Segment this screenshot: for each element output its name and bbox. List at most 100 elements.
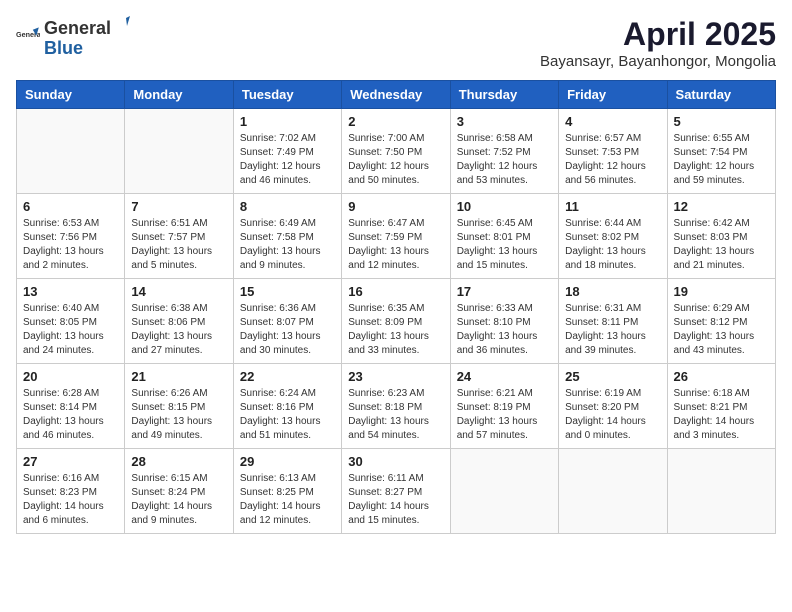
calendar-cell [450,449,558,534]
day-number: 15 [240,284,335,299]
day-info: Sunrise: 6:45 AM Sunset: 8:01 PM Dayligh… [457,217,552,273]
day-number: 5 [674,114,769,129]
weekday-header-saturday: Saturday [667,81,775,109]
calendar-cell: 23Sunrise: 6:23 AM Sunset: 8:18 PM Dayli… [342,364,450,449]
day-number: 29 [240,454,335,469]
calendar-week-row: 13 Sunrise: 6:40 AM Sunset: 8:05 PM Dayli… [17,279,776,364]
day-info: Sunrise: 6:53 AM Sunset: 7:56 PM Dayligh… [23,217,118,273]
calendar-cell: 15 Sunrise: 6:36 AM Sunset: 8:07 PM Dayli… [233,279,341,364]
day-info: Sunrise: 6:55 AM Sunset: 7:54 PM Dayligh… [674,132,769,188]
calendar-week-row: 1Sunrise: 7:02 AM Sunset: 7:49 PM Daylig… [17,109,776,194]
day-info: Sunrise: 6:11 AM Sunset: 8:27 PM Dayligh… [348,472,443,528]
day-number: 25 [565,369,660,384]
day-number: 14 [131,284,226,299]
day-info: Sunrise: 6:26 AM Sunset: 8:15 PM Dayligh… [131,387,226,443]
day-info: Sunrise: 6:28 AM Sunset: 8:14 PM Dayligh… [23,387,118,443]
logo: General General Blue [16,16,131,59]
calendar-cell: 12 Sunrise: 6:42 AM Sunset: 8:03 PM Dayli… [667,194,775,279]
calendar-cell: 5 Sunrise: 6:55 AM Sunset: 7:54 PM Daylig… [667,109,775,194]
day-number: 12 [674,199,769,214]
day-info: Sunrise: 6:40 AM Sunset: 8:05 PM Dayligh… [23,302,118,358]
calendar-cell: 6 Sunrise: 6:53 AM Sunset: 7:56 PM Daylig… [17,194,125,279]
day-number: 3 [457,114,552,129]
calendar-cell: 1Sunrise: 7:02 AM Sunset: 7:49 PM Daylig… [233,109,341,194]
day-number: 13 [23,284,118,299]
day-number: 26 [674,369,769,384]
calendar-cell: 9 Sunrise: 6:47 AM Sunset: 7:59 PM Daylig… [342,194,450,279]
calendar-cell: 24 Sunrise: 6:21 AM Sunset: 8:19 PM Dayli… [450,364,558,449]
calendar-cell: 11Sunrise: 6:44 AM Sunset: 8:02 PM Dayli… [559,194,667,279]
weekday-header-friday: Friday [559,81,667,109]
day-info: Sunrise: 6:57 AM Sunset: 7:53 PM Dayligh… [565,132,660,188]
day-info: Sunrise: 7:00 AM Sunset: 7:50 PM Dayligh… [348,132,443,188]
calendar-cell: 16Sunrise: 6:35 AM Sunset: 8:09 PM Dayli… [342,279,450,364]
day-info: Sunrise: 6:36 AM Sunset: 8:07 PM Dayligh… [240,302,335,358]
weekday-header-sunday: Sunday [17,81,125,109]
logo-text-general: General [44,19,111,39]
day-info: Sunrise: 6:29 AM Sunset: 8:12 PM Dayligh… [674,302,769,358]
day-info: Sunrise: 6:58 AM Sunset: 7:52 PM Dayligh… [457,132,552,188]
day-info: Sunrise: 6:49 AM Sunset: 7:58 PM Dayligh… [240,217,335,273]
calendar-cell: 10 Sunrise: 6:45 AM Sunset: 8:01 PM Dayli… [450,194,558,279]
day-info: Sunrise: 6:15 AM Sunset: 8:24 PM Dayligh… [131,472,226,528]
day-number: 20 [23,369,118,384]
weekday-header-row: SundayMondayTuesdayWednesdayThursdayFrid… [17,81,776,109]
day-number: 6 [23,199,118,214]
calendar-cell [559,449,667,534]
calendar-cell: 21 Sunrise: 6:26 AM Sunset: 8:15 PM Dayli… [125,364,233,449]
day-number: 21 [131,369,226,384]
day-info: Sunrise: 6:38 AM Sunset: 8:06 PM Dayligh… [131,302,226,358]
day-number: 27 [23,454,118,469]
location-title: Bayansayr, Bayanhongor, Mongolia [540,53,776,70]
day-info: Sunrise: 6:31 AM Sunset: 8:11 PM Dayligh… [565,302,660,358]
day-number: 22 [240,369,335,384]
weekday-header-tuesday: Tuesday [233,81,341,109]
day-number: 8 [240,199,335,214]
calendar-cell: 8 Sunrise: 6:49 AM Sunset: 7:58 PM Daylig… [233,194,341,279]
day-number: 9 [348,199,443,214]
calendar-cell: 28 Sunrise: 6:15 AM Sunset: 8:24 PM Dayli… [125,449,233,534]
day-number: 2 [348,114,443,129]
calendar-cell: 13 Sunrise: 6:40 AM Sunset: 8:05 PM Dayli… [17,279,125,364]
day-number: 28 [131,454,226,469]
day-number: 18 [565,284,660,299]
day-number: 1 [240,114,335,129]
calendar-cell [125,109,233,194]
calendar-cell [17,109,125,194]
calendar-cell: 19Sunrise: 6:29 AM Sunset: 8:12 PM Dayli… [667,279,775,364]
day-info: Sunrise: 6:23 AM Sunset: 8:18 PM Dayligh… [348,387,443,443]
day-number: 7 [131,199,226,214]
day-info: Sunrise: 6:47 AM Sunset: 7:59 PM Dayligh… [348,217,443,273]
weekday-header-monday: Monday [125,81,233,109]
calendar-cell: 20 Sunrise: 6:28 AM Sunset: 8:14 PM Dayli… [17,364,125,449]
weekday-header-thursday: Thursday [450,81,558,109]
calendar-cell: 4Sunrise: 6:57 AM Sunset: 7:53 PM Daylig… [559,109,667,194]
day-number: 10 [457,199,552,214]
calendar-cell: 30 Sunrise: 6:11 AM Sunset: 8:27 PM Dayli… [342,449,450,534]
day-info: Sunrise: 6:24 AM Sunset: 8:16 PM Dayligh… [240,387,335,443]
day-info: Sunrise: 6:51 AM Sunset: 7:57 PM Dayligh… [131,217,226,273]
calendar-cell: 29Sunrise: 6:13 AM Sunset: 8:25 PM Dayli… [233,449,341,534]
day-info: Sunrise: 6:16 AM Sunset: 8:23 PM Dayligh… [23,472,118,528]
calendar-cell: 25 Sunrise: 6:19 AM Sunset: 8:20 PM Dayli… [559,364,667,449]
day-info: Sunrise: 6:44 AM Sunset: 8:02 PM Dayligh… [565,217,660,273]
calendar-cell: 14 Sunrise: 6:38 AM Sunset: 8:06 PM Dayli… [125,279,233,364]
calendar-table: SundayMondayTuesdayWednesdayThursdayFrid… [16,80,776,534]
calendar-cell: 22 Sunrise: 6:24 AM Sunset: 8:16 PM Dayli… [233,364,341,449]
day-info: Sunrise: 6:21 AM Sunset: 8:19 PM Dayligh… [457,387,552,443]
day-number: 30 [348,454,443,469]
logo-icon: General [16,25,40,49]
calendar-cell [667,449,775,534]
day-info: Sunrise: 6:42 AM Sunset: 8:03 PM Dayligh… [674,217,769,273]
header: General General Blue April 2025 Bayansay… [16,16,776,70]
day-info: Sunrise: 6:18 AM Sunset: 8:21 PM Dayligh… [674,387,769,443]
day-info: Sunrise: 6:19 AM Sunset: 8:20 PM Dayligh… [565,387,660,443]
calendar-cell: 2 Sunrise: 7:00 AM Sunset: 7:50 PM Daylig… [342,109,450,194]
day-number: 24 [457,369,552,384]
calendar-week-row: 27 Sunrise: 6:16 AM Sunset: 8:23 PM Dayli… [17,449,776,534]
logo-bird-icon [112,16,130,34]
calendar-cell: 17Sunrise: 6:33 AM Sunset: 8:10 PM Dayli… [450,279,558,364]
calendar-cell: 18 Sunrise: 6:31 AM Sunset: 8:11 PM Dayli… [559,279,667,364]
weekday-header-wednesday: Wednesday [342,81,450,109]
calendar-week-row: 20 Sunrise: 6:28 AM Sunset: 8:14 PM Dayli… [17,364,776,449]
